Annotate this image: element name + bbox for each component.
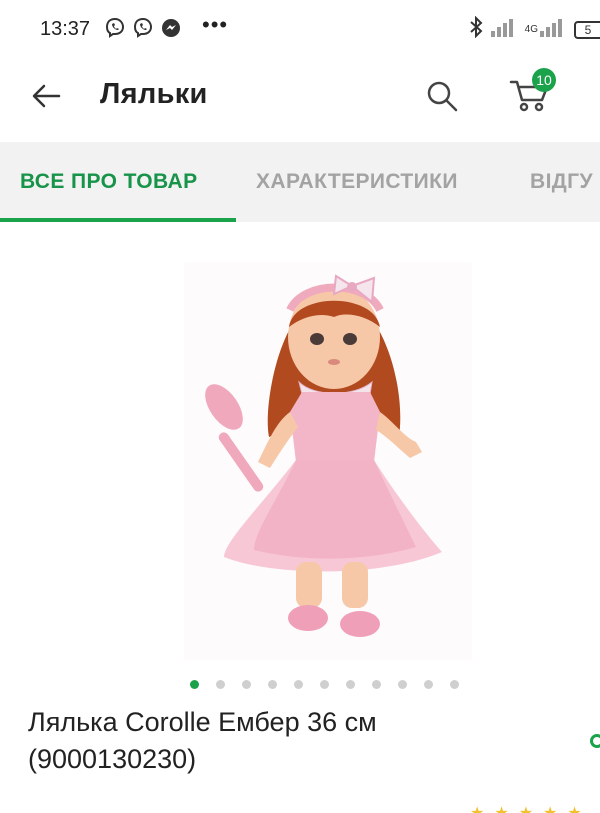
doll-image [184,262,472,660]
carousel-dot[interactable] [372,680,381,689]
status-time: 13:37 [40,18,91,40]
viber-icon [132,17,154,39]
product-image[interactable] [184,262,472,660]
product-name: Лялька Corolle Ембер 36 см [28,707,377,737]
star-icon: ★ [470,806,484,813]
battery-icon: 5 [574,20,600,39]
status-bar: 13:37 ••• 4G 5 [0,0,600,58]
search-button[interactable] [422,76,462,116]
network-type-label: 4G [524,24,538,35]
page-title: Ляльки [100,78,208,110]
star-icon: ★ [543,806,557,813]
carousel-dot[interactable] [346,680,355,689]
more-notifications-icon: ••• [202,12,229,37]
carousel-dot[interactable] [268,680,277,689]
carousel-dot[interactable] [320,680,329,689]
app-bar: Ляльки 10 [0,58,600,142]
cart-count-badge: 10 [532,68,556,92]
notification-icons [104,17,182,39]
star-icon: ★ [494,806,508,813]
carousel-dot[interactable] [216,680,225,689]
search-icon [427,81,458,112]
carousel-dot[interactable] [450,680,459,689]
product-title: Лялька Corolle Ембер 36 см (9000130230) [28,704,528,778]
carousel-dot[interactable] [294,680,303,689]
bluetooth-icon [469,15,483,43]
carousel-dot[interactable] [424,680,433,689]
tab-all-about-product[interactable]: ВСЕ ПРО ТОВАР [20,170,198,194]
carousel-dot[interactable] [190,680,199,689]
signal-icon [540,17,566,42]
signal-icon [490,17,517,42]
star-icon: ★ [567,806,581,813]
product-tabs: ВСЕ ПРО ТОВАР ХАРАКТЕРИСТИКИ ВІДГУ [0,142,600,222]
star-icon: ★ [519,806,533,813]
arrow-left-icon [32,84,61,108]
tab-reviews[interactable]: ВІДГУ [530,170,593,194]
carousel-pagination[interactable] [190,680,459,689]
back-button[interactable] [28,78,64,114]
carousel-dot[interactable] [398,680,407,689]
rating-stars[interactable]: ★ ★ ★ ★ ★ [470,806,582,813]
active-tab-indicator [0,218,236,222]
product-code: (9000130230) [28,744,197,774]
messenger-icon [160,17,182,39]
system-icons: 4G 5 [469,15,600,43]
viber-icon [104,17,126,39]
carousel-dot[interactable] [242,680,251,689]
availability-indicator [590,734,600,748]
tab-characteristics[interactable]: ХАРАКТЕРИСТИКИ [256,170,458,194]
